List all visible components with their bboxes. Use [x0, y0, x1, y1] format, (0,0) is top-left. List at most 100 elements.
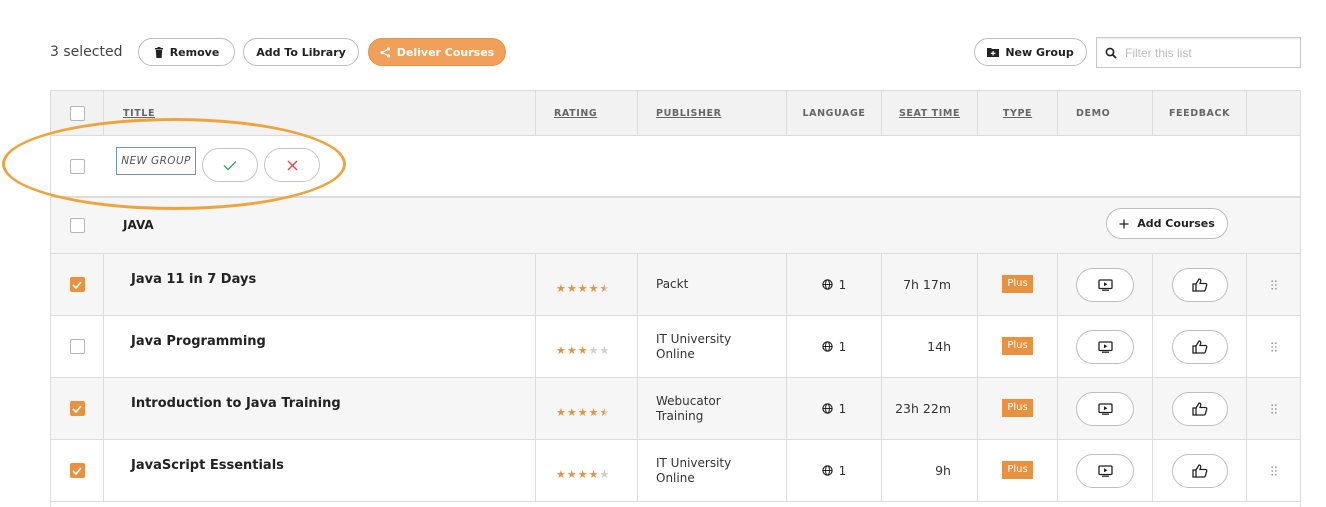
- course-title[interactable]: Java 11 in 7 Days: [131, 272, 256, 287]
- feedback-button[interactable]: [1171, 453, 1228, 488]
- check-icon: [72, 280, 82, 289]
- table-row[interactable]: Java 11 in 7 Days ★ ★ ★ ★ ★ Packt 1 7h 1…: [51, 254, 1300, 316]
- row-type-cell: Plus: [977, 316, 1057, 377]
- demo-button[interactable]: [1076, 391, 1134, 426]
- drag-handle-icon[interactable]: [1270, 279, 1277, 290]
- row-seat-time-cell: 7h 17m: [881, 254, 977, 315]
- course-title[interactable]: JavaScript Essentials: [131, 458, 284, 473]
- feedback-button[interactable]: [1171, 329, 1228, 364]
- table-header: TITLE RATING PUBLISHER LANGUAGE SEAT TIM…: [51, 90, 1300, 136]
- star-icon: ★: [577, 282, 588, 295]
- seat-time: 14h: [927, 339, 951, 354]
- check-icon: [72, 404, 82, 413]
- star-icon: ★: [577, 344, 588, 357]
- row-seat-time-cell: 9h: [881, 440, 977, 501]
- row-select-cell: [51, 378, 103, 439]
- rating-stars: ★ ★ ★ ★ ★: [556, 283, 609, 294]
- deliver-courses-label: Deliver Courses: [396, 45, 495, 59]
- row-checkbox[interactable]: [69, 277, 85, 292]
- column-header-seat-time[interactable]: SEAT TIME: [899, 108, 960, 119]
- header-publisher-cell: PUBLISHER: [637, 91, 786, 135]
- language-count-value: 1: [838, 463, 847, 478]
- new-group-name-input[interactable]: NEW GROUP: [116, 147, 196, 175]
- globe-icon: [821, 279, 833, 290]
- course-table: TITLE RATING PUBLISHER LANGUAGE SEAT TIM…: [50, 90, 1301, 507]
- row-demo-cell: [1057, 440, 1152, 501]
- column-header-rating[interactable]: RATING: [554, 108, 597, 119]
- feedback-button[interactable]: [1171, 391, 1228, 426]
- row-language-cell: 1: [786, 440, 881, 501]
- new-group-label: New Group: [1005, 45, 1074, 59]
- star-icon: ★: [556, 282, 566, 295]
- star-icon: ★: [566, 344, 577, 357]
- remove-button[interactable]: Remove: [138, 38, 235, 66]
- play-screen-icon: [1097, 402, 1113, 415]
- course-title[interactable]: Java Programming: [131, 334, 266, 349]
- column-header-type[interactable]: TYPE: [1003, 108, 1032, 119]
- publisher-line-2: Training: [656, 408, 704, 423]
- star-icon: ★: [566, 282, 577, 295]
- deliver-courses-button[interactable]: Deliver Courses: [368, 38, 506, 66]
- table-row[interactable]: JavaScript Essentials ★ ★ ★ ★ ★ IT Universit…: [51, 440, 1300, 502]
- table-row[interactable]: Java Programming ★ ★ ★ ★ ★ IT University Onl…: [51, 316, 1300, 378]
- play-screen-icon: [1097, 464, 1113, 477]
- drag-handle-icon[interactable]: [1270, 465, 1277, 476]
- add-to-library-button[interactable]: Add To Library: [243, 38, 359, 66]
- row-select-cell: [51, 440, 103, 501]
- language-count: 1: [821, 278, 846, 292]
- star-icon: ★: [588, 344, 599, 357]
- star-icon: ★: [577, 468, 588, 481]
- star-icon: ★: [599, 344, 610, 357]
- row-feedback-cell: [1152, 440, 1246, 501]
- new-group-checkbox[interactable]: [69, 158, 85, 174]
- star-icon: ★: [588, 468, 599, 481]
- toolbar: 3 selected Remove Add To Library Deliver…: [0, 0, 1326, 90]
- new-group-row: NEW GROUP: [51, 136, 1300, 198]
- row-publisher-cell: IT University Online: [637, 440, 786, 501]
- row-language-cell: 1: [786, 254, 881, 315]
- new-group-select-cell: [51, 136, 103, 196]
- row-checkbox[interactable]: [69, 401, 85, 416]
- publisher-line-1: IT University: [656, 455, 732, 470]
- globe-icon: [821, 341, 833, 352]
- demo-button[interactable]: [1076, 267, 1134, 302]
- language-count-value: 1: [838, 401, 847, 416]
- share-icon: [380, 46, 390, 58]
- group-select-cell: [51, 198, 103, 253]
- row-type-cell: Plus: [977, 378, 1057, 439]
- row-seat-time-cell: 23h 22m: [881, 378, 977, 439]
- publisher-name: IT University Online: [656, 332, 731, 362]
- rating-stars: ★ ★ ★ ★ ★: [556, 469, 609, 480]
- row-checkbox[interactable]: [69, 339, 85, 354]
- column-header-publisher[interactable]: PUBLISHER: [656, 108, 722, 119]
- column-header-feedback: FEEDBACK: [1168, 107, 1231, 119]
- star-icon: ★: [556, 344, 566, 357]
- column-header-title[interactable]: TITLE: [123, 108, 155, 119]
- header-feedback-cell: FEEDBACK: [1152, 91, 1246, 135]
- cancel-new-group-button[interactable]: [264, 148, 320, 182]
- star-icon: ★: [566, 406, 577, 419]
- add-courses-button[interactable]: Add Courses: [1106, 208, 1228, 239]
- globe-icon: [821, 465, 833, 476]
- row-drag-cell: [1246, 440, 1300, 501]
- feedback-button[interactable]: [1171, 267, 1228, 302]
- close-icon: [287, 160, 297, 170]
- drag-handle-icon[interactable]: [1270, 341, 1277, 352]
- confirm-new-group-button[interactable]: [202, 148, 258, 182]
- new-group-button[interactable]: New Group: [974, 38, 1087, 66]
- star-icon: ★: [588, 282, 599, 295]
- demo-button[interactable]: [1076, 453, 1134, 488]
- rating-stars: ★ ★ ★ ★ ★: [556, 407, 609, 418]
- table-row[interactable]: Introduction to Java Training ★ ★ ★ ★ ★ Webu…: [51, 378, 1300, 440]
- row-checkbox[interactable]: [69, 463, 85, 478]
- check-icon: [223, 160, 237, 170]
- publisher-name: IT University Online: [656, 456, 731, 486]
- filter-input[interactable]: [1123, 44, 1297, 61]
- drag-handle-icon[interactable]: [1270, 403, 1277, 414]
- row-title-cell: Introduction to Java Training: [103, 378, 535, 439]
- select-all-checkbox[interactable]: [69, 105, 85, 121]
- group-checkbox[interactable]: [69, 218, 85, 233]
- course-title[interactable]: Introduction to Java Training: [131, 396, 341, 411]
- row-rating-cell: ★ ★ ★ ★ ★: [535, 440, 637, 501]
- demo-button[interactable]: [1076, 329, 1134, 364]
